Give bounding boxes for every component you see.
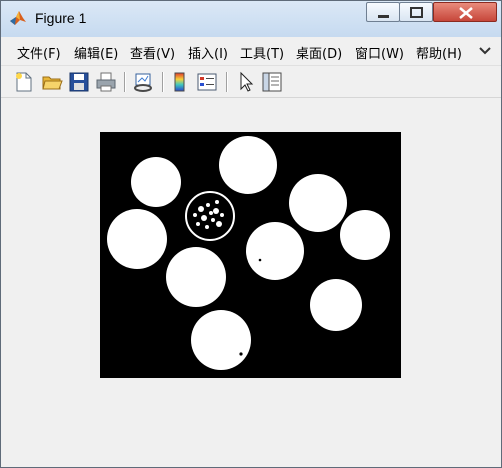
legend-icon[interactable] <box>196 71 218 93</box>
white-circle <box>166 247 226 307</box>
white-circle <box>219 136 277 194</box>
maximize-icon <box>410 7 423 18</box>
menu-edit[interactable]: 编辑(E) <box>74 43 118 62</box>
close-icon <box>459 7 473 19</box>
minimize-button[interactable] <box>366 2 400 22</box>
close-button[interactable] <box>433 2 497 22</box>
pointer-icon[interactable] <box>235 71 257 93</box>
toolbar-separator <box>124 72 126 92</box>
white-circle <box>340 210 390 260</box>
white-circle <box>131 157 181 207</box>
menu-file[interactable]: 文件(F) <box>17 43 61 62</box>
noise-dot <box>258 258 262 262</box>
menu-insert[interactable]: 插入(I) <box>188 43 228 62</box>
toolbar-separator <box>162 72 164 92</box>
white-circle <box>191 310 251 370</box>
menu-desktop[interactable]: 桌面(D) <box>296 43 342 62</box>
figure-window: Figure 1 文件(F) 编辑(E) 查看(V) 插入(I) 工具(T) 桌… <box>0 0 502 468</box>
menu-view[interactable]: 查看(V) <box>130 43 175 62</box>
white-circle <box>310 279 362 331</box>
figure-canvas <box>1 98 501 467</box>
menu-tools[interactable]: 工具(T) <box>240 43 284 62</box>
menu-bar: 文件(F) 编辑(E) 查看(V) 插入(I) 工具(T) 桌面(D) 窗口(W… <box>1 37 501 66</box>
white-circle <box>107 209 167 269</box>
property-editor-icon[interactable] <box>261 71 283 93</box>
menu-help[interactable]: 帮助(H) <box>416 43 462 62</box>
toolbar <box>1 67 501 98</box>
matlab-icon <box>9 9 27 27</box>
white-circle <box>289 174 347 232</box>
window-title: Figure 1 <box>35 10 87 26</box>
menu-arrow-icon[interactable] <box>477 43 493 59</box>
colorbar-icon[interactable] <box>169 71 191 93</box>
toolbar-separator <box>226 72 228 92</box>
new-figure-icon[interactable] <box>13 71 35 93</box>
menu-window[interactable]: 窗口(W) <box>355 43 404 62</box>
maximize-button[interactable] <box>399 2 433 22</box>
minimize-icon <box>378 15 389 18</box>
save-icon[interactable] <box>68 71 90 93</box>
noise-dot <box>239 352 243 356</box>
white-circle <box>246 222 304 280</box>
title-bar[interactable]: Figure 1 <box>1 1 501 37</box>
print-icon[interactable] <box>95 71 117 93</box>
binary-image <box>100 132 401 378</box>
open-file-icon[interactable] <box>41 71 63 93</box>
link-plot-icon[interactable] <box>133 71 155 93</box>
image-display[interactable] <box>100 132 401 378</box>
